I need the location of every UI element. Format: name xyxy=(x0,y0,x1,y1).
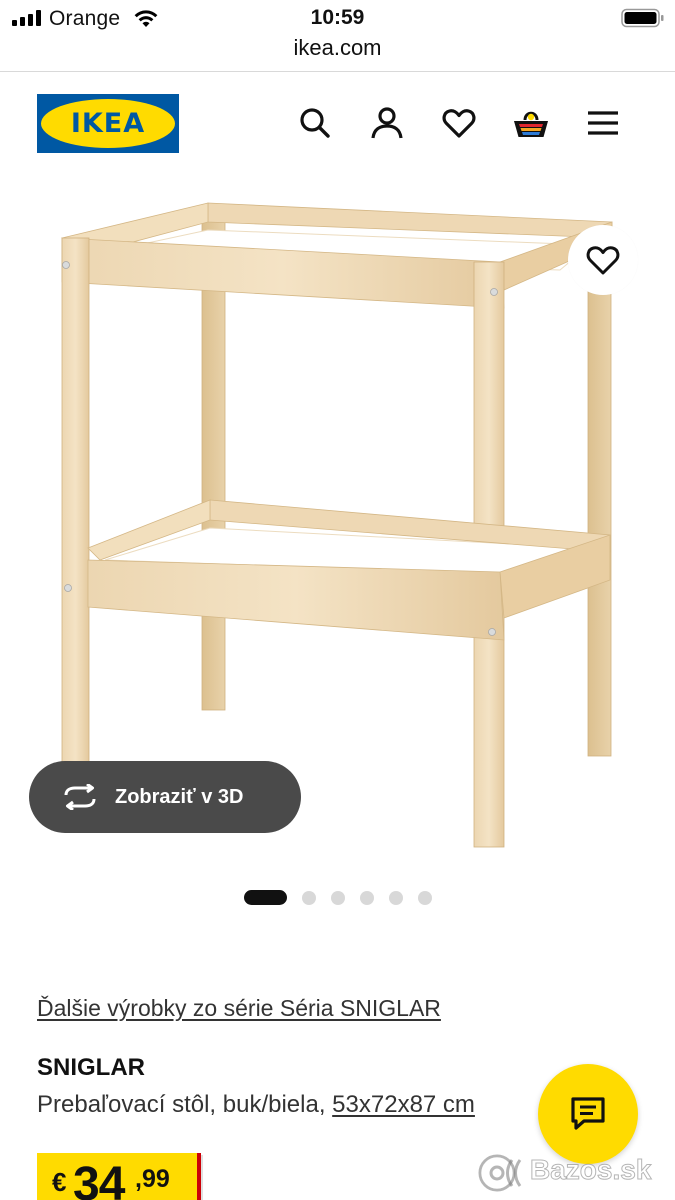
carousel-dot-4[interactable] xyxy=(360,891,374,905)
status-bar: Orange 10:59 xyxy=(0,0,675,36)
product-description: Prebaľovací stôl, buk/biela, 53x72x87 cm xyxy=(37,1091,475,1119)
price-tag: € 34 ,99 xyxy=(37,1153,201,1200)
image-carousel-indicator xyxy=(244,890,444,906)
battery-icon xyxy=(621,8,664,28)
bazos-watermark: Bazos.sk xyxy=(476,1150,671,1196)
price-decimal: ,99 xyxy=(135,1165,170,1193)
price-integer: 34 xyxy=(73,1158,125,1200)
logo-text: IKEA xyxy=(70,108,146,139)
product-description-text: Prebaľovací stôl, buk/biela, xyxy=(37,1091,326,1118)
rotate-3d-icon xyxy=(64,784,96,810)
chat-icon xyxy=(571,1097,605,1130)
series-link[interactable]: Ďalšie výrobky zo série Séria SNIGLAR xyxy=(37,995,441,1022)
product-size-link[interactable]: 53x72x87 cm xyxy=(332,1091,475,1118)
menu-icon[interactable] xyxy=(585,105,621,141)
account-icon[interactable] xyxy=(369,105,405,141)
status-time: 10:59 xyxy=(310,6,365,29)
carousel-dot-1[interactable] xyxy=(244,890,287,905)
view-in-3d-label: Zobraziť v 3D xyxy=(115,786,244,808)
price-currency: € xyxy=(52,1167,67,1197)
heart-icon xyxy=(586,246,620,275)
product-name: SNIGLAR xyxy=(37,1054,145,1081)
carousel-dot-6[interactable] xyxy=(418,891,432,905)
browser-url-bar[interactable]: ikea.com xyxy=(0,34,675,72)
changing-table xyxy=(60,202,613,848)
url-text: ikea.com xyxy=(293,35,382,60)
search-icon[interactable] xyxy=(297,105,333,141)
view-in-3d-button[interactable]: Zobraziť v 3D xyxy=(29,761,301,833)
ikea-logo[interactable]: IKEA xyxy=(37,94,179,153)
watermark-text: Bazos.sk xyxy=(529,1154,652,1186)
favorites-icon[interactable] xyxy=(441,105,477,141)
cart-icon[interactable] xyxy=(512,104,550,140)
carousel-dot-5[interactable] xyxy=(389,891,403,905)
at-sign-icon xyxy=(478,1154,522,1192)
carousel-dot-3[interactable] xyxy=(331,891,345,905)
carousel-dot-2[interactable] xyxy=(302,891,316,905)
site-header: IKEA xyxy=(0,73,675,173)
chat-button[interactable] xyxy=(538,1064,638,1164)
add-to-favorites-button[interactable] xyxy=(568,225,638,295)
